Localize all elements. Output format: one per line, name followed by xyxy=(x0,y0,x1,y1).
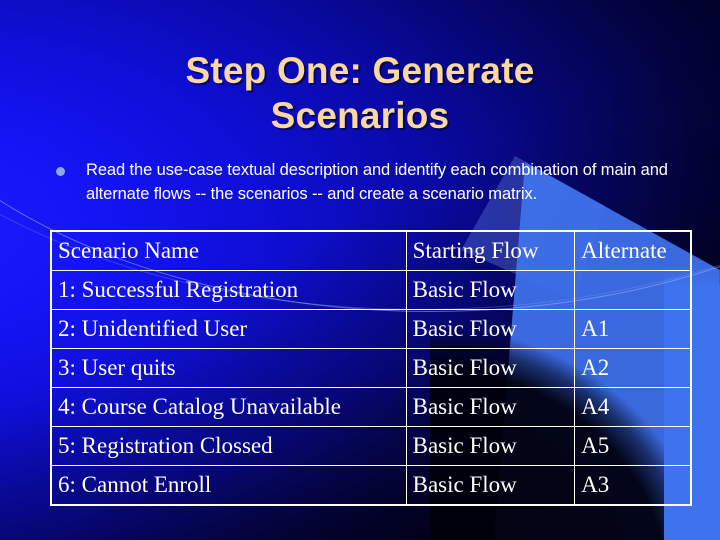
column-header-starting-flow: Starting Flow xyxy=(405,230,576,271)
column-header-scenario-name: Scenario Name xyxy=(50,230,407,271)
cell-scenario-name: 1: Successful Registration xyxy=(50,270,407,310)
cell-alternate-flow: A5 xyxy=(574,426,692,466)
cell-alternate-flow: A1 xyxy=(574,309,692,349)
cell-scenario-name: 6: Cannot Enroll xyxy=(50,465,407,506)
cell-starting-flow: Basic Flow xyxy=(405,387,576,427)
cell-starting-flow: Basic Flow xyxy=(405,426,576,466)
cell-starting-flow: Basic Flow xyxy=(405,270,576,310)
cell-scenario-name: 4: Course Catalog Unavailable xyxy=(50,387,407,427)
table-row: 6: Cannot Enroll Basic Flow A3 xyxy=(50,465,692,506)
disc-bullet-icon xyxy=(56,167,65,176)
cell-alternate-flow: A2 xyxy=(574,348,692,388)
cell-starting-flow: Basic Flow xyxy=(405,348,576,388)
table-row: 1: Successful Registration Basic Flow xyxy=(50,270,692,310)
cell-scenario-name: 5: Registration Clossed xyxy=(50,426,407,466)
cell-starting-flow: Basic Flow xyxy=(405,465,576,506)
bullet-item-text: Read the use-case textual description an… xyxy=(86,161,668,203)
table-row: 3: User quits Basic Flow A2 xyxy=(50,348,692,388)
column-header-alternate-flow: Alternate xyxy=(574,230,692,271)
table-row: 2: Unidentified User Basic Flow A1 xyxy=(50,309,692,349)
cell-alternate-flow: A4 xyxy=(574,387,692,427)
table-row: 5: Registration Clossed Basic Flow A5 xyxy=(50,426,692,466)
cell-scenario-name: 2: Unidentified User xyxy=(50,309,407,349)
cell-scenario-name: 3: User quits xyxy=(50,348,407,388)
cell-alternate-flow: A3 xyxy=(574,465,692,506)
scenario-matrix-table: Scenario Name Starting Flow Alternate 1: Su… xyxy=(50,230,692,506)
table-header-row: Scenario Name Starting Flow Alternate xyxy=(50,230,692,271)
cell-alternate-flow xyxy=(574,270,692,310)
table-row: 4: Course Catalog Unavailable Basic Flow A… xyxy=(50,387,692,427)
presentation-slide: Step One: Generate Scenarios Read the us… xyxy=(0,0,720,540)
bullet-list-item: Read the use-case textual description an… xyxy=(56,158,674,206)
slide-title: Step One: Generate Scenarios xyxy=(185,50,535,136)
cell-starting-flow: Basic Flow xyxy=(405,309,576,349)
